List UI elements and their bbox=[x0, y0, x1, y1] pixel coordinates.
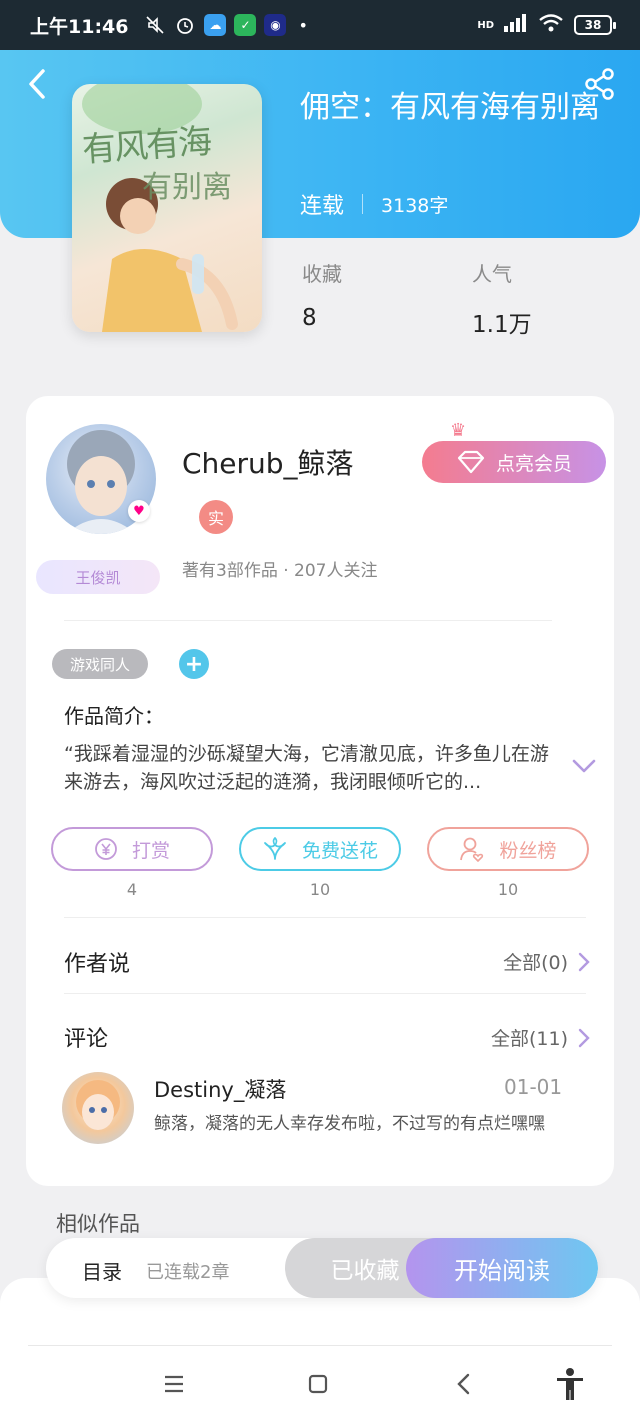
flower-icon bbox=[264, 837, 286, 860]
fan-count: 10 bbox=[497, 880, 519, 899]
comment-username[interactable]: Destiny_凝落 bbox=[154, 1074, 286, 1104]
intro-text: “我踩着湿湿的沙砾凝望大海，它清澈见底，许多鱼儿在游来游去，海风吹过泛起的涟漪，… bbox=[64, 743, 549, 793]
author-name[interactable]: Cherub_鲸落 bbox=[182, 442, 354, 482]
hamburger-icon bbox=[165, 1375, 183, 1393]
tip-button[interactable]: 打赏 bbox=[51, 827, 213, 871]
back-button[interactable] bbox=[22, 64, 52, 104]
stat-label: 人气 bbox=[472, 262, 512, 286]
stat-label: 收藏 bbox=[302, 262, 342, 286]
add-tag-button[interactable]: + bbox=[179, 649, 209, 679]
comment-date: 01-01 bbox=[504, 1075, 563, 1099]
toc-status: 已连载2章 bbox=[146, 1262, 230, 1283]
status-bar: 上午11:46 ☁ ✓ ◉ • HD 38 bbox=[0, 0, 640, 50]
author-stats: 著有3部作品 · 207人关注 bbox=[182, 561, 378, 581]
comments-title: 评论 bbox=[64, 1027, 109, 1052]
fan-user-icon bbox=[460, 837, 484, 862]
stat-value: 8 bbox=[302, 305, 317, 331]
cloud-app-icon: ☁ bbox=[204, 14, 227, 36]
fan-ranking-button[interactable]: 粉丝榜 bbox=[427, 827, 589, 871]
send-flower-button-label: 免费送花 bbox=[301, 839, 378, 862]
status-time: 上午11:46 bbox=[30, 15, 129, 38]
chevron-right-icon bbox=[578, 952, 590, 971]
chevron-right-icon bbox=[578, 1028, 590, 1047]
word-count: 3138字 bbox=[381, 194, 449, 217]
comments-more-link[interactable]: 全部(11) bbox=[491, 1024, 590, 1051]
square-icon bbox=[308, 1374, 328, 1394]
flower-count: 10 bbox=[309, 880, 331, 899]
menu-nav-button[interactable] bbox=[156, 1366, 192, 1402]
commenter-avatar-illustration bbox=[76, 1080, 120, 1130]
mute-icon bbox=[144, 14, 166, 36]
tip-button-label: 打赏 bbox=[131, 839, 170, 862]
bottom-action-bar: 目录 已连载2章 已收藏 开始阅读 bbox=[46, 1238, 598, 1298]
accessibility-button[interactable] bbox=[552, 1366, 588, 1402]
diamond-icon bbox=[457, 450, 485, 474]
start-reading-button[interactable]: 开始阅读 bbox=[406, 1238, 598, 1298]
wifi-icon bbox=[538, 13, 564, 37]
fan-ranking-button-label: 粉丝榜 bbox=[499, 839, 557, 862]
more-notifications-icon: • bbox=[298, 15, 308, 35]
divider bbox=[64, 620, 552, 621]
tip-count: 4 bbox=[126, 880, 138, 899]
stat-popularity: 人气 1.1万 bbox=[472, 258, 532, 339]
book-cover[interactable]: 有风有海 有别离 bbox=[72, 84, 262, 332]
divider bbox=[64, 917, 586, 918]
expand-intro-button[interactable] bbox=[570, 756, 598, 780]
back-nav-button[interactable] bbox=[446, 1366, 482, 1402]
book-title: 佣空：有风有海有别离 bbox=[300, 90, 600, 125]
home-nav-button[interactable] bbox=[300, 1366, 336, 1402]
divider bbox=[28, 1345, 612, 1346]
divider bbox=[64, 993, 586, 994]
similar-works-title: 相似作品 bbox=[56, 1212, 140, 1236]
commenter-avatar[interactable] bbox=[62, 1072, 134, 1144]
comments-more-label: 全部(11) bbox=[490, 1028, 568, 1050]
intro-heading: 作品简介： bbox=[64, 704, 164, 728]
meta-divider bbox=[362, 194, 364, 214]
battery-indicator: 38 bbox=[574, 15, 616, 35]
vip-button[interactable]: 点亮会员 bbox=[422, 441, 606, 483]
signal-icon bbox=[504, 14, 528, 36]
shield-app-icon: ✓ bbox=[234, 14, 257, 36]
genre-tag[interactable]: 游戏同人 bbox=[52, 649, 148, 679]
chevron-left-icon bbox=[457, 1373, 470, 1395]
verified-badge: 实 bbox=[199, 500, 233, 534]
author-says-more-label: 全部(0) bbox=[503, 952, 568, 974]
chevron-down-icon bbox=[572, 759, 596, 773]
author-says-title: 作者说 bbox=[64, 952, 131, 977]
serial-status: 连载 bbox=[300, 194, 345, 219]
network-type: HD bbox=[477, 19, 494, 31]
crown-icon: ♛ bbox=[450, 420, 467, 441]
stat-value: 1.1万 bbox=[472, 312, 532, 338]
author-says-more-link[interactable]: 全部(0) bbox=[503, 948, 590, 975]
comment-text: 鲸落，凝落的无人幸存发布啦，不过写的有点烂嘿嘿 bbox=[154, 1114, 545, 1134]
yen-coin-icon bbox=[95, 838, 117, 860]
toc-button[interactable]: 目录 bbox=[82, 1256, 122, 1285]
circle-app-icon: ◉ bbox=[264, 14, 287, 36]
cover-subtitle-text: 有别离 bbox=[142, 170, 232, 205]
chevron-left-icon bbox=[29, 69, 45, 99]
accessibility-icon bbox=[557, 1368, 583, 1400]
send-flower-button[interactable]: 免费送花 bbox=[239, 827, 401, 871]
vip-button-label: 点亮会员 bbox=[495, 452, 572, 475]
book-meta: 连载 3138字 bbox=[300, 188, 448, 220]
stat-favorites: 收藏 8 bbox=[302, 258, 342, 331]
fan-tag[interactable]: 王俊凯 bbox=[36, 560, 160, 594]
heart-badge-icon: ♥ bbox=[128, 500, 150, 522]
alarm-icon bbox=[174, 14, 196, 36]
